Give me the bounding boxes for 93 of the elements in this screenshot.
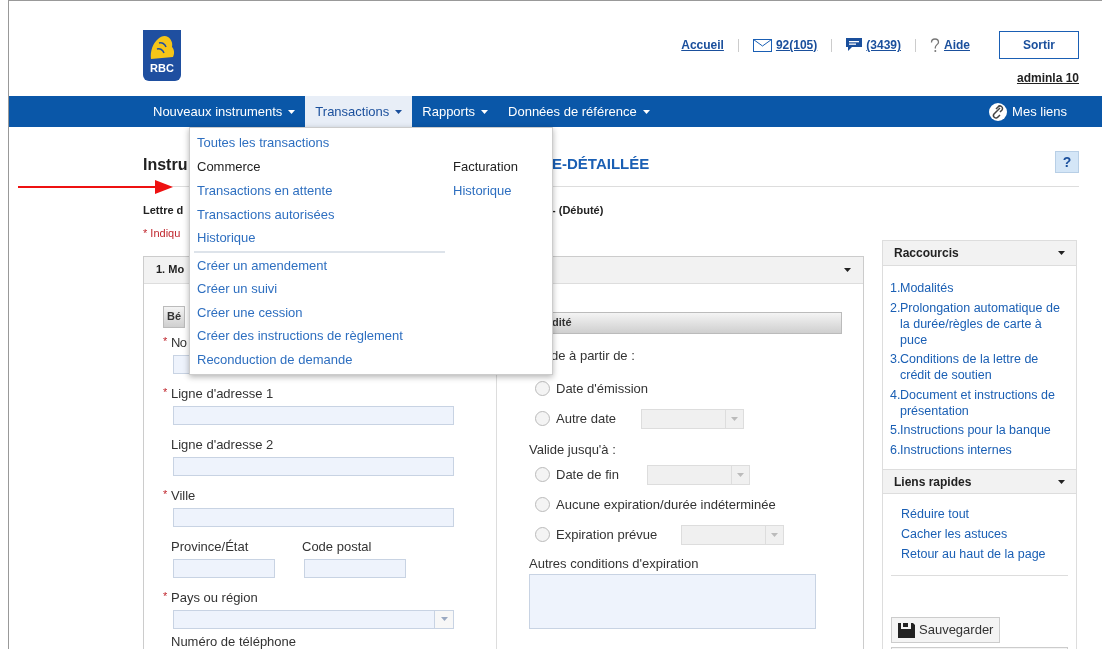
text-area[interactable] xyxy=(529,573,816,629)
select-field[interactable] xyxy=(173,609,454,629)
caret-icon xyxy=(288,109,296,114)
menu-item[interactable]: Reconduction de demande xyxy=(197,347,353,371)
panel-title: 1. Mo xyxy=(156,262,185,278)
radio-label: Autre date xyxy=(556,409,616,428)
menu-item[interactable]: Transactions autorisées xyxy=(197,202,335,226)
nav-tab[interactable]: Rapports xyxy=(412,96,499,127)
menu-item[interactable]: Historique xyxy=(197,226,256,250)
quick-link[interactable]: Cacher les astuces xyxy=(901,526,1008,543)
select-field[interactable] xyxy=(646,464,750,485)
caret-icon xyxy=(844,267,851,272)
subtitle: - (Débuté) xyxy=(552,202,604,218)
field-label: Code postal xyxy=(302,538,372,555)
field-label: Ligne d'adresse 2 xyxy=(171,436,274,453)
user-name-link[interactable]: adminla 10 xyxy=(1016,69,1079,87)
nav-tab[interactable]: Transactions xyxy=(305,96,413,127)
shortcut-link[interactable]: 6.Instructions internes xyxy=(890,441,1069,458)
input-field[interactable] xyxy=(173,405,454,425)
menu-item[interactable]: Toutes les transactions xyxy=(197,131,552,155)
shortcut-link[interactable]: 2.Prolongation automatique de la durée/règles de carte à puce xyxy=(890,299,1069,348)
page-title: E-DÉTAILLÉE xyxy=(552,154,650,175)
radio-label: Date d'émission xyxy=(556,379,649,398)
caret-icon xyxy=(731,416,738,421)
radio-button[interactable] xyxy=(535,497,550,512)
radio-label: Aucune expiration/durée indéterminée xyxy=(556,495,776,514)
top-link[interactable]: Aide xyxy=(930,36,970,54)
panel-title: Liens rapides xyxy=(894,473,972,491)
field-label: Autres conditions d'expiration xyxy=(529,554,700,572)
menu-item[interactable]: Créer une cession xyxy=(197,300,303,324)
speech-bubble-icon xyxy=(846,38,863,52)
top-link[interactable]: Accueil xyxy=(681,36,724,54)
radio-label: Expiration prévue xyxy=(556,525,658,544)
shortcut-link[interactable]: 5.Instructions pour la banque xyxy=(890,422,1069,438)
input-field[interactable] xyxy=(173,507,454,527)
subtitle: Lettre d xyxy=(143,203,184,216)
menu-heading: Facturation xyxy=(453,158,519,176)
nav-tab[interactable]: Données de référence xyxy=(498,96,660,127)
required-marker: * xyxy=(163,487,169,500)
input-field[interactable] xyxy=(173,558,275,578)
logout-button[interactable]: Sortir xyxy=(999,31,1079,59)
required-marker: * xyxy=(163,334,169,347)
menu-item[interactable]: Créer des instructions de règlement xyxy=(197,324,403,348)
top-link[interactable]: 92(105) xyxy=(752,36,818,54)
save-button[interactable]: Sauvegarder xyxy=(891,617,1001,643)
radio-button[interactable] xyxy=(535,411,550,426)
caret-icon xyxy=(1058,251,1065,255)
question-mark-icon xyxy=(930,37,940,53)
radio-button[interactable] xyxy=(535,527,550,542)
caret-icon xyxy=(642,109,650,114)
menu-item[interactable]: Créer un amendement xyxy=(197,253,328,277)
field-label: Pays ou région xyxy=(171,589,258,606)
field-label: No xyxy=(171,334,187,351)
field-label: Province/État xyxy=(171,538,249,555)
required-note: * Indiqu xyxy=(143,226,181,241)
caret-icon xyxy=(771,532,779,537)
top-link[interactable]: (3439) xyxy=(846,36,901,54)
logo-text: RBC xyxy=(150,61,174,75)
menu-item[interactable]: Transactions en attente xyxy=(197,179,333,203)
quick-link[interactable]: Réduire tout xyxy=(901,506,970,523)
menu-heading: Commerce xyxy=(197,158,261,176)
panel-title: Raccourcis xyxy=(894,245,959,262)
select-field[interactable] xyxy=(681,524,785,545)
radio-button[interactable] xyxy=(535,467,550,482)
caret-icon xyxy=(736,472,744,477)
field-label: Ligne d'adresse 1 xyxy=(171,385,274,402)
nav-tab[interactable]: Nouveaux instruments xyxy=(143,96,306,127)
chain-link-icon xyxy=(989,102,1008,121)
caret-icon xyxy=(481,109,489,114)
input-field[interactable] xyxy=(173,456,454,476)
input-field[interactable] xyxy=(304,558,406,578)
caret-icon xyxy=(440,617,448,621)
field-label: Valide jusqu'à : xyxy=(529,440,617,459)
field-label: Numéro de téléphone xyxy=(171,633,297,649)
section-header: Bé xyxy=(163,305,185,328)
caret-icon xyxy=(395,109,403,114)
shortcut-link[interactable]: 1.Modalités xyxy=(890,280,1069,296)
my-links-link[interactable]: Mes liens xyxy=(989,96,1079,127)
menu-item[interactable]: Créer un suivi xyxy=(197,277,278,301)
page-title: Instru xyxy=(143,155,188,173)
caret-icon xyxy=(1058,479,1065,484)
help-button[interactable]: ? xyxy=(1055,150,1079,173)
required-marker: * xyxy=(163,589,169,602)
envelope-icon xyxy=(752,38,772,52)
select-field[interactable] xyxy=(641,408,744,429)
field-label: Ville xyxy=(171,487,196,504)
radio-label: Date de fin xyxy=(556,465,619,484)
radio-button[interactable] xyxy=(535,381,550,396)
quick-link[interactable]: Retour au haut de la page xyxy=(901,546,1046,563)
menu-item[interactable]: Historique xyxy=(453,179,512,203)
shortcut-link[interactable]: 3.Conditions de la lettre de crédit de soutien xyxy=(890,351,1069,383)
required-marker: * xyxy=(163,385,169,398)
shortcut-link[interactable]: 4.Document et instructions de présentation xyxy=(890,386,1069,419)
